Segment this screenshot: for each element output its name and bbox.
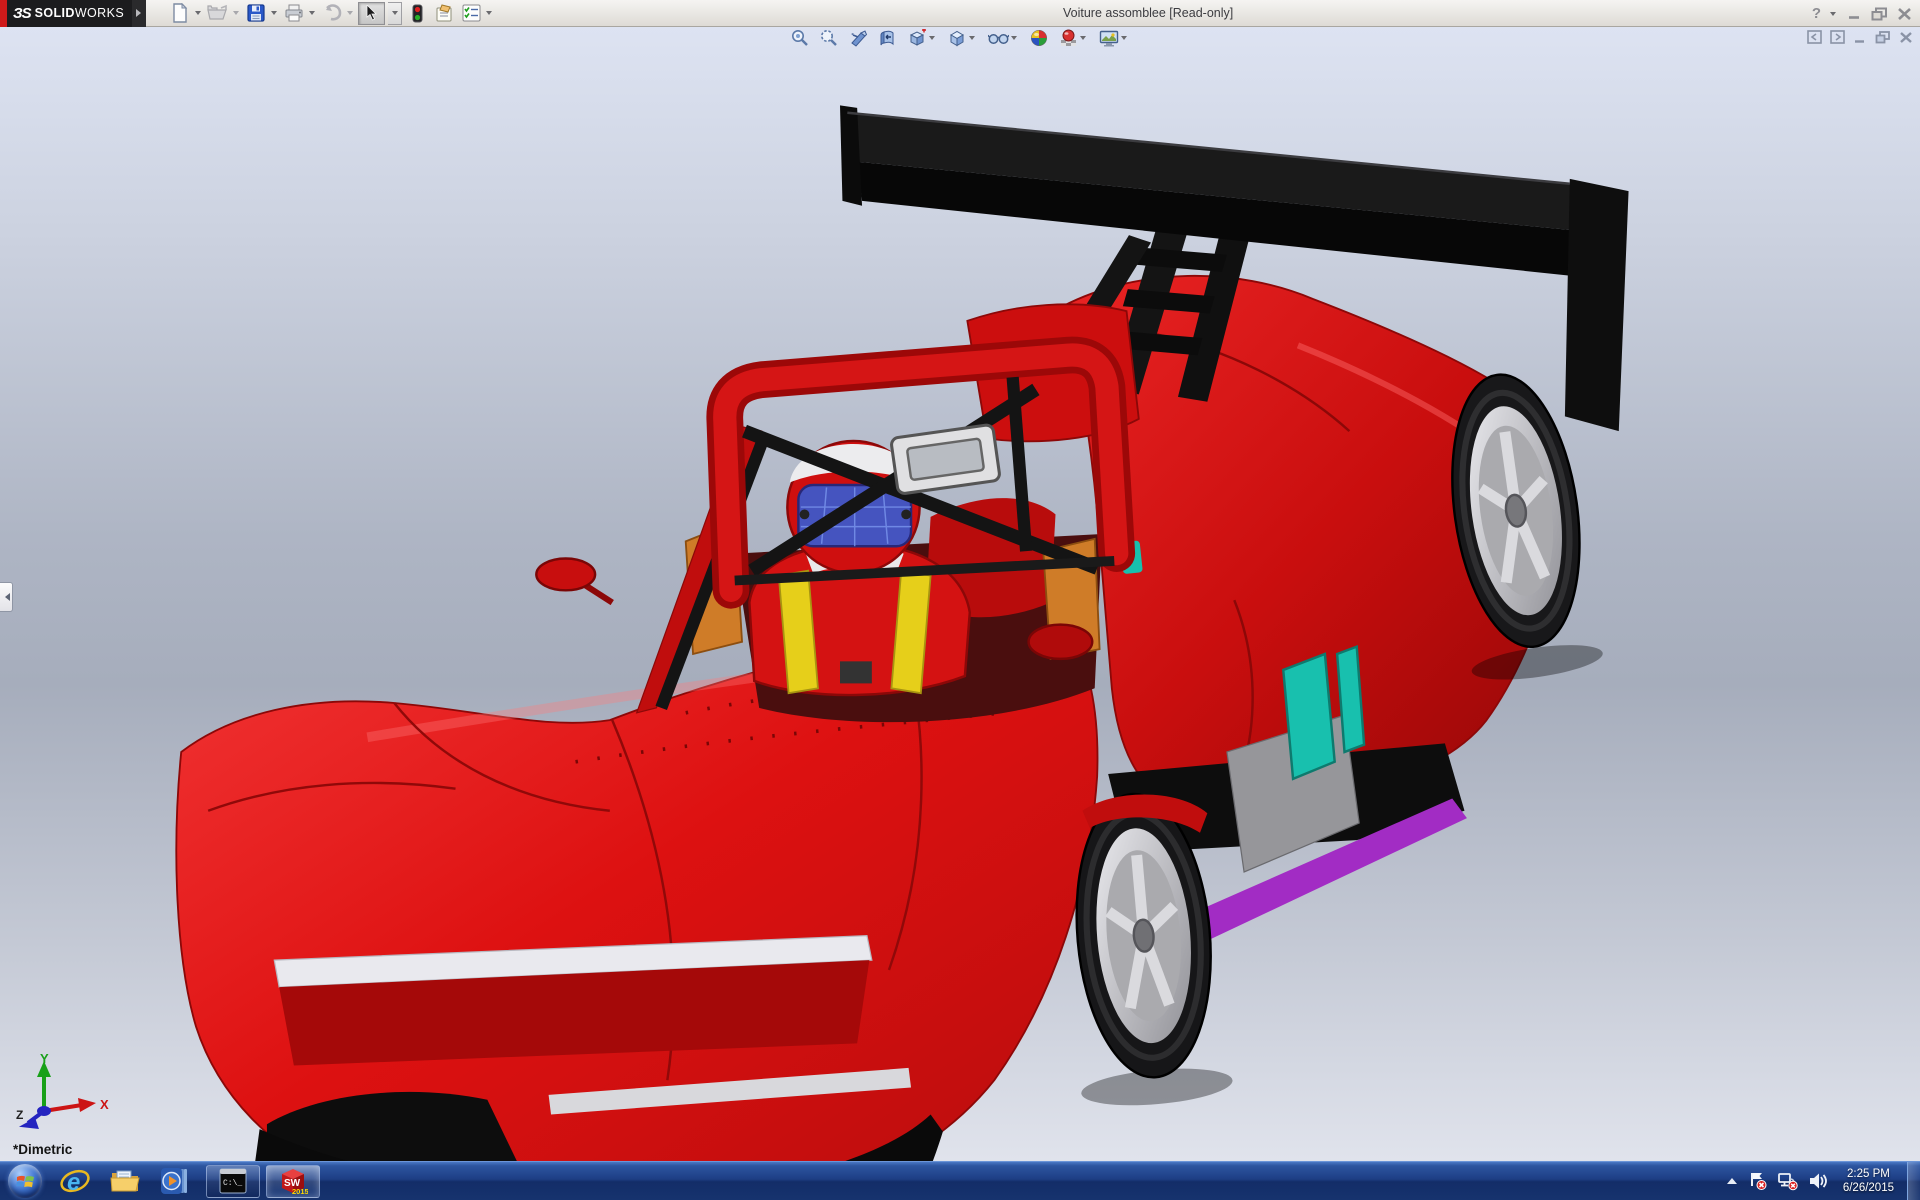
internet-explorer-icon: e	[60, 1169, 90, 1196]
help-button[interactable]: ?	[1812, 5, 1821, 22]
options-dropdown[interactable]	[486, 11, 493, 18]
windows-taskbar: e C:\_ SW 2015 2:25 PM 6/26/2015	[0, 1161, 1920, 1200]
onboard-camera-box	[890, 423, 1001, 495]
save-button[interactable]	[244, 1, 268, 25]
action-center-icon[interactable]	[1748, 1171, 1768, 1191]
solidworks-2015-icon: SW 2015	[282, 1169, 308, 1195]
window-edge-accent	[0, 0, 7, 27]
file-properties-button[interactable]	[432, 1, 456, 25]
expand-arrow-icon	[136, 9, 145, 17]
graphics-viewport[interactable]: Y X Z *Dimetric	[0, 27, 1920, 1161]
taskbar-clock[interactable]: 2:25 PM 6/26/2015	[1843, 1167, 1894, 1195]
open-dropdown[interactable]	[233, 11, 240, 18]
solidworks-2015-button[interactable]: SW 2015	[266, 1164, 320, 1198]
help-dropdown[interactable]	[1830, 11, 1836, 19]
new-document-button[interactable]	[168, 1, 192, 25]
volume-icon[interactable]	[1808, 1172, 1828, 1190]
save-icon	[247, 4, 265, 22]
minimize-button[interactable]	[1847, 7, 1862, 20]
open-icon	[207, 4, 227, 20]
title-bar: ЗS SOLIDWORKS Voiture assomblee [Read-on…	[0, 0, 1920, 27]
solidworks-logo: ЗS SOLIDWORKS	[7, 0, 133, 27]
network-disconnected-icon[interactable]	[1777, 1171, 1799, 1191]
internet-explorer-button[interactable]: e	[56, 1164, 94, 1198]
rebuild-stoplight-icon	[412, 4, 423, 22]
svg-text:2015: 2015	[292, 1187, 308, 1195]
triad-x-label: X	[100, 1097, 109, 1112]
hidden-icons-button[interactable]	[1725, 1176, 1739, 1186]
options-button[interactable]	[459, 1, 483, 25]
select-dropdown-arrow	[391, 11, 398, 18]
media-player-icon	[161, 1168, 187, 1194]
select-tool-button[interactable]	[358, 1, 386, 25]
undo-dropdown[interactable]	[347, 11, 354, 18]
window-title: Voiture assomblee [Read-only]	[1063, 6, 1234, 20]
undo-icon	[326, 4, 342, 21]
media-player-button[interactable]	[156, 1164, 194, 1198]
system-tray: 2:25 PM 6/26/2015	[1725, 1161, 1920, 1200]
command-prompt-icon: C:\_	[219, 1168, 247, 1194]
left-mirror	[535, 557, 597, 592]
close-button[interactable]	[1897, 7, 1912, 21]
start-button[interactable]	[8, 1164, 42, 1198]
window-controls: ?	[1812, 0, 1912, 27]
file-properties-icon	[436, 3, 452, 21]
save-dropdown[interactable]	[271, 11, 278, 18]
print-dropdown[interactable]	[309, 11, 316, 18]
new-dropdown[interactable]	[195, 11, 202, 18]
brand-bold: SOLID	[34, 6, 75, 20]
restore-button[interactable]	[1871, 7, 1888, 21]
brand-light: WORKS	[74, 6, 125, 20]
svg-text:C:\_: C:\_	[223, 1179, 242, 1188]
svg-text:e: e	[67, 1169, 80, 1196]
print-icon	[285, 4, 303, 22]
clock-date: 6/26/2015	[1842, 1182, 1894, 1194]
triad-y-label: Y	[40, 1053, 49, 1066]
new-document-icon	[173, 3, 188, 23]
standard-toolbar	[168, 1, 494, 25]
triad-z-label: Z	[16, 1108, 23, 1122]
menu-expand-button[interactable]	[132, 0, 147, 27]
solidworks-logo-mark: ЗS	[13, 4, 32, 22]
command-prompt-button[interactable]: C:\_	[206, 1164, 260, 1198]
show-desktop-button[interactable]	[1907, 1161, 1920, 1200]
car-model-voiture-assomblee	[175, 105, 1629, 1161]
folder-icon	[110, 1170, 140, 1192]
view-orientation-label: *Dimetric	[13, 1142, 73, 1157]
print-button[interactable]	[282, 1, 306, 25]
clock-time: 2:25 PM	[1847, 1168, 1890, 1180]
open-button[interactable]	[206, 1, 230, 25]
select-tool-dropdown[interactable]	[388, 1, 403, 25]
options-checklist-icon	[462, 4, 481, 22]
undo-button[interactable]	[320, 1, 344, 25]
right-mirror	[1027, 623, 1094, 661]
select-cursor-icon	[366, 5, 378, 21]
windows-explorer-button[interactable]	[106, 1164, 144, 1198]
rebuild-button[interactable]	[405, 1, 429, 25]
reference-triad: Y X Z	[16, 1053, 109, 1129]
windows-flag-icon	[15, 1175, 34, 1187]
